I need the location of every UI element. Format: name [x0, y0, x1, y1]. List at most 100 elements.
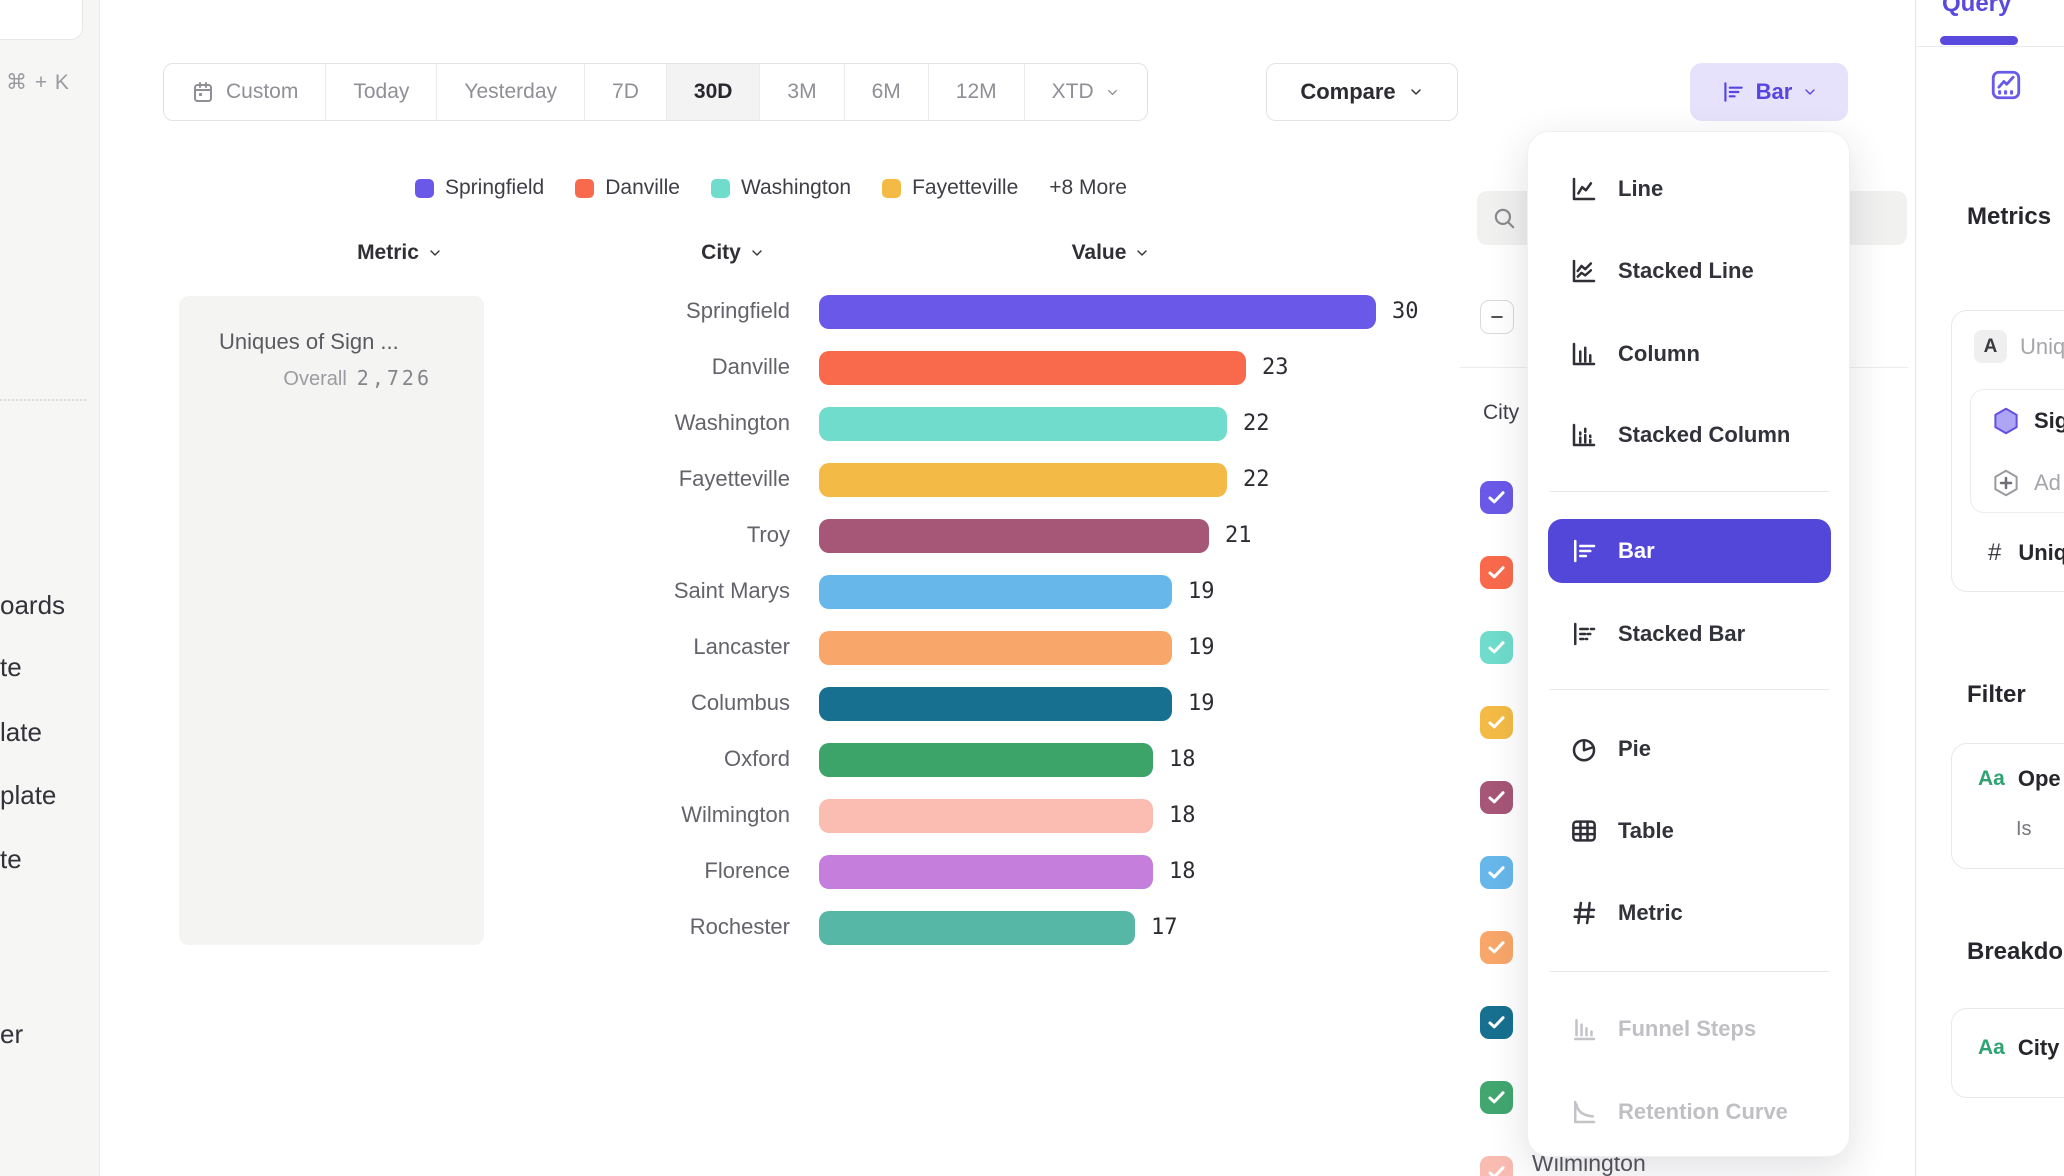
menu-item-stacked-column[interactable]: Stacked Column — [1548, 405, 1831, 465]
date-range-today[interactable]: Today — [326, 64, 437, 120]
plus-hexagon-icon — [1991, 468, 2021, 498]
legend-swatch — [415, 179, 434, 198]
menu-item-column[interactable]: Column — [1548, 324, 1831, 384]
chart-type-button[interactable]: Bar — [1690, 63, 1848, 121]
menu-item-label: Stacked Line — [1618, 258, 1754, 284]
legend-item-fayetteville[interactable]: Fayetteville — [882, 176, 1018, 200]
legend-more[interactable]: +8 More — [1049, 176, 1127, 200]
date-range-yesterday[interactable]: Yesterday — [437, 64, 585, 120]
date-range-7d[interactable]: 7D — [585, 64, 667, 120]
sidebar-search-card[interactable] — [0, 0, 83, 40]
sidebar-item-fragment[interactable]: te — [0, 844, 22, 875]
breakdown-property-row[interactable]: Aa City — [1978, 1035, 2059, 1061]
breakdown-row-checkbox[interactable] — [1480, 1081, 1513, 1114]
metric-overall: Overall2,726 — [179, 366, 432, 391]
bar-troy[interactable] — [819, 519, 1209, 553]
column-header-metric[interactable]: Metric — [320, 241, 480, 265]
breakdown-row-checkbox[interactable] — [1480, 481, 1513, 514]
date-range-xtd[interactable]: XTD — [1025, 64, 1147, 120]
breakdown-row-checkbox[interactable] — [1480, 781, 1513, 814]
menu-item-pie[interactable]: Pie — [1548, 719, 1831, 779]
date-range-12m[interactable]: 12M — [929, 64, 1025, 120]
legend-label: Springfield — [445, 176, 544, 200]
breakdown-row-checkbox[interactable] — [1480, 556, 1513, 589]
filter-property-row[interactable]: Aa Ope — [1978, 766, 2061, 792]
breakdown-row-checkbox[interactable] — [1480, 706, 1513, 739]
legend-item-springfield[interactable]: Springfield — [415, 176, 544, 200]
filter-operator-row[interactable]: Is i — [2016, 818, 2064, 841]
hash-icon: # — [1988, 539, 2001, 567]
bar-rochester[interactable] — [819, 911, 1135, 945]
bar-washington[interactable] — [819, 407, 1227, 441]
breakdown-row-checkbox[interactable] — [1480, 1156, 1513, 1176]
date-range-30d[interactable]: 30D — [667, 64, 761, 120]
bar-wilmington[interactable] — [819, 799, 1153, 833]
event-name: Sig — [2034, 408, 2064, 434]
bar-columbus[interactable] — [819, 687, 1172, 721]
breakdown-row-checkbox[interactable] — [1480, 631, 1513, 664]
bar-oxford[interactable] — [819, 743, 1153, 777]
select-all-checkbox[interactable] — [1480, 300, 1514, 334]
date-range-custom[interactable]: Custom — [164, 64, 326, 120]
sidebar-item-fragment[interactable]: plate — [0, 780, 56, 811]
bar-row-label: Washington — [550, 410, 790, 436]
bar-saint-marys[interactable] — [819, 575, 1172, 609]
date-range-label: Custom — [226, 80, 298, 104]
date-range-label: Yesterday — [464, 80, 557, 104]
insights-chart-icon[interactable] — [1989, 68, 2023, 102]
event-card[interactable]: Sig Ad — [1970, 389, 2064, 513]
column-header-value[interactable]: Value — [1031, 241, 1191, 265]
menu-item-label: Retention Curve — [1618, 1099, 1788, 1125]
menu-item-stacked-line[interactable]: Stacked Line — [1548, 241, 1831, 301]
stacked-column-icon — [1569, 420, 1599, 450]
breakdown-row-checkbox[interactable] — [1480, 931, 1513, 964]
bar-danville[interactable] — [819, 351, 1246, 385]
sidebar-item-fragment[interactable]: er — [0, 1019, 23, 1050]
legend-item-washington[interactable]: Washington — [711, 176, 851, 200]
breakdown-property: City — [2018, 1035, 2060, 1061]
add-event-row[interactable]: Ad — [1991, 468, 2061, 498]
left-sidebar: ⌘ + K oardstelateplateteer — [0, 0, 100, 1176]
menu-item-label: Metric — [1618, 900, 1683, 926]
legend-swatch — [882, 179, 901, 198]
menu-item-bar[interactable]: Bar — [1548, 519, 1831, 583]
metric-row[interactable]: A Uniq — [1974, 330, 2064, 363]
table-icon — [1569, 816, 1599, 846]
legend-item-danville[interactable]: Danville — [575, 176, 680, 200]
menu-item-stacked-bar[interactable]: Stacked Bar — [1548, 604, 1831, 664]
stacked-line-icon — [1569, 256, 1599, 286]
panel-header-border — [1916, 46, 2064, 47]
date-range-label: 7D — [612, 80, 639, 104]
bar-chart-icon — [1720, 79, 1746, 105]
menu-item-table[interactable]: Table — [1548, 801, 1831, 861]
chart-type-button-label: Bar — [1756, 79, 1793, 105]
tab-query[interactable]: Query — [1942, 0, 2011, 18]
bar-lancaster[interactable] — [819, 631, 1172, 665]
sidebar-item-fragment[interactable]: late — [0, 717, 42, 748]
pie-icon — [1569, 734, 1599, 764]
breakdown-row-checkbox[interactable] — [1480, 1006, 1513, 1039]
compare-button[interactable]: Compare — [1266, 63, 1458, 121]
date-range-6m[interactable]: 6M — [845, 64, 929, 120]
breakdown-list-city-header[interactable]: City — [1483, 401, 1519, 425]
count-row[interactable]: # Uniqu — [1988, 539, 2064, 567]
bar-fayetteville[interactable] — [819, 463, 1227, 497]
chevron-down-icon — [1105, 85, 1120, 100]
bar-florence[interactable] — [819, 855, 1153, 889]
search-icon — [1491, 205, 1517, 231]
filter-card[interactable]: Aa Ope Is i — [1951, 743, 2064, 869]
hexagon-icon — [1991, 406, 2021, 436]
breakdown-row-checkbox[interactable] — [1480, 856, 1513, 889]
menu-item-line[interactable]: Line — [1548, 159, 1831, 219]
sidebar-item-fragment[interactable]: oards — [0, 590, 65, 621]
column-header-city[interactable]: City — [653, 241, 813, 265]
bar-row-label: Springfield — [550, 298, 790, 324]
metric-card[interactable]: Uniques of Sign ... Overall2,726 — [179, 296, 484, 945]
date-range-3m[interactable]: 3M — [760, 64, 844, 120]
breakdown-card[interactable]: Aa City — [1951, 1008, 2064, 1098]
sidebar-item-fragment[interactable]: te — [0, 652, 22, 683]
event-row[interactable]: Sig — [1991, 406, 2064, 436]
menu-item-metric[interactable]: Metric — [1548, 883, 1831, 943]
bar-springfield[interactable] — [819, 295, 1376, 329]
metrics-card[interactable]: A Uniq Sig Ad # Uniqu — [1951, 310, 2064, 592]
